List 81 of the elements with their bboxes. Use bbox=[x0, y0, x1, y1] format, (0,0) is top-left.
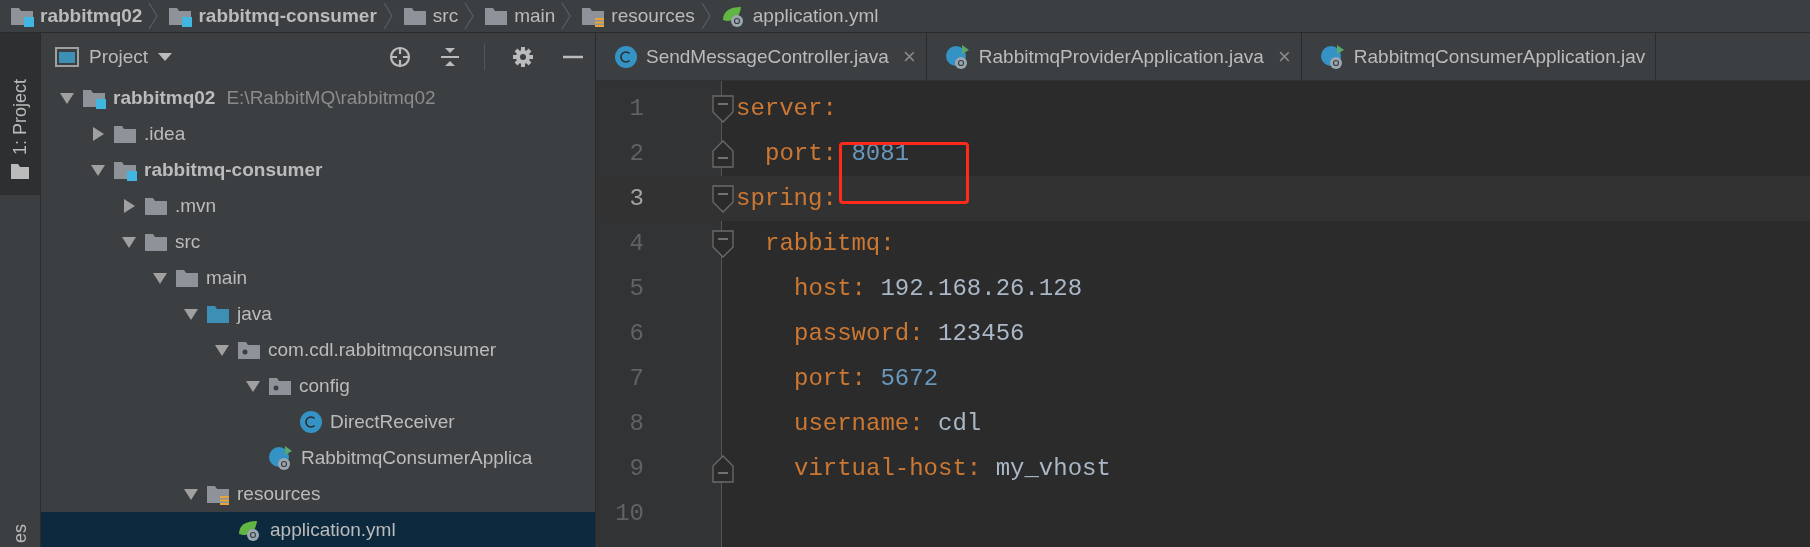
expanded-arrow-icon[interactable] bbox=[90, 162, 106, 178]
folder-icon bbox=[144, 195, 168, 217]
collapsed-arrow-icon[interactable] bbox=[90, 126, 106, 142]
code-line: password: 123456 bbox=[793, 320, 1025, 347]
spring-class-icon bbox=[944, 43, 971, 70]
fold-marker-icon[interactable] bbox=[712, 184, 734, 213]
breadcrumb-item[interactable]: main bbox=[474, 5, 562, 27]
fold-marker-icon[interactable] bbox=[712, 229, 734, 258]
class-icon bbox=[614, 44, 638, 69]
fold-marker-icon[interactable] bbox=[712, 94, 734, 123]
editor-tab[interactable]: RabbitmqConsumerApplication.jav bbox=[1301, 33, 1657, 80]
folder-icon bbox=[484, 5, 509, 27]
tree-item[interactable]: rabbitmq-consumer bbox=[41, 152, 595, 188]
breadcrumb-item[interactable]: rabbitmq-consumer bbox=[158, 5, 383, 27]
folder-icon bbox=[144, 231, 168, 253]
package-icon bbox=[237, 339, 261, 361]
expanded-arrow-icon[interactable] bbox=[214, 342, 230, 358]
package-icon bbox=[268, 375, 292, 397]
code-line: spring: bbox=[736, 185, 837, 212]
resources-folder-icon bbox=[581, 5, 606, 27]
tree-item[interactable]: resources bbox=[41, 476, 595, 512]
tree-item[interactable]: DirectReceiver bbox=[41, 404, 595, 440]
tree-item[interactable]: main bbox=[41, 260, 595, 296]
expanded-arrow-icon[interactable] bbox=[183, 306, 199, 322]
tree-item[interactable]: config bbox=[41, 368, 595, 404]
folder-icon bbox=[206, 303, 230, 325]
module-folder-icon bbox=[10, 5, 34, 27]
code-line: host: 192.168.26.128 bbox=[793, 275, 1083, 302]
module-folder-icon bbox=[113, 159, 137, 181]
tree-item[interactable]: .mvn bbox=[41, 188, 595, 224]
code-line: rabbitmq: bbox=[764, 230, 895, 257]
expanded-arrow-icon[interactable] bbox=[152, 270, 168, 286]
module-folder-icon bbox=[168, 5, 193, 27]
code-line: username: cdl bbox=[793, 410, 982, 437]
editor-tab[interactable]: SendMessageController.java × bbox=[596, 33, 927, 80]
crosshair-icon[interactable] bbox=[388, 44, 412, 69]
tool-window-label: 1: Project bbox=[9, 78, 31, 155]
folder-icon bbox=[113, 123, 137, 145]
close-tab-button[interactable]: × bbox=[902, 43, 916, 70]
code-line: virtual-host: my_vhost bbox=[793, 455, 1111, 482]
editor-tab[interactable]: RabbitmqProviderApplication.java × bbox=[926, 33, 1302, 80]
chevron-icon bbox=[464, 2, 475, 30]
breadcrumb-item[interactable]: src bbox=[392, 5, 465, 27]
chevron-icon bbox=[700, 2, 711, 30]
tree-item[interactable]: src bbox=[41, 224, 595, 260]
spring-class-icon bbox=[268, 445, 294, 471]
tree-item[interactable]: java bbox=[41, 296, 595, 332]
chevron-icon bbox=[382, 2, 393, 30]
collapsed-arrow-icon[interactable] bbox=[121, 198, 137, 214]
project-path: E:\RabbitMQ\rabbitmq02 bbox=[226, 87, 436, 109]
tree-item[interactable]: .idea bbox=[41, 116, 595, 152]
module-folder-icon bbox=[82, 87, 106, 109]
line-number: 3 bbox=[628, 185, 644, 212]
settings-icon[interactable] bbox=[511, 44, 535, 69]
chevron-icon bbox=[148, 2, 159, 30]
folder-icon bbox=[402, 5, 427, 27]
dropdown-caret-icon[interactable] bbox=[158, 51, 173, 62]
close-tab-button[interactable]: × bbox=[1277, 43, 1291, 70]
window-icon bbox=[55, 46, 79, 67]
tool-window-label[interactable]: es bbox=[9, 524, 31, 543]
tool-window-tab[interactable]: 1: Project bbox=[0, 33, 40, 195]
expanded-arrow-icon[interactable] bbox=[183, 486, 199, 502]
breadcrumb-item[interactable]: application.yml bbox=[710, 4, 885, 28]
expanded-arrow-icon[interactable] bbox=[245, 378, 261, 394]
folder-icon bbox=[175, 267, 199, 289]
spring-class-icon bbox=[1319, 43, 1346, 70]
breadcrumb-item[interactable]: rabbitmq02 bbox=[0, 5, 149, 27]
tree-item[interactable]: rabbitmq02 E:\RabbitMQ\rabbitmq02 bbox=[41, 80, 595, 116]
code-line: server: bbox=[736, 95, 837, 122]
resources-folder-icon bbox=[206, 483, 230, 505]
code-line: port: 5672 bbox=[793, 365, 939, 392]
tree-item[interactable]: RabbitmqConsumerApplica bbox=[41, 440, 595, 476]
tree-item[interactable]: application.yml bbox=[41, 512, 595, 547]
class-icon bbox=[299, 410, 323, 434]
chevron-icon bbox=[561, 2, 572, 30]
breadcrumb-item[interactable]: resources bbox=[571, 5, 701, 27]
tree-item[interactable]: com.cdl.rabbitmqconsumer bbox=[41, 332, 595, 368]
expanded-arrow-icon[interactable] bbox=[59, 90, 75, 106]
panel-title[interactable]: Project bbox=[89, 45, 149, 68]
expanded-arrow-icon[interactable] bbox=[121, 234, 137, 250]
folder-icon bbox=[11, 163, 29, 179]
